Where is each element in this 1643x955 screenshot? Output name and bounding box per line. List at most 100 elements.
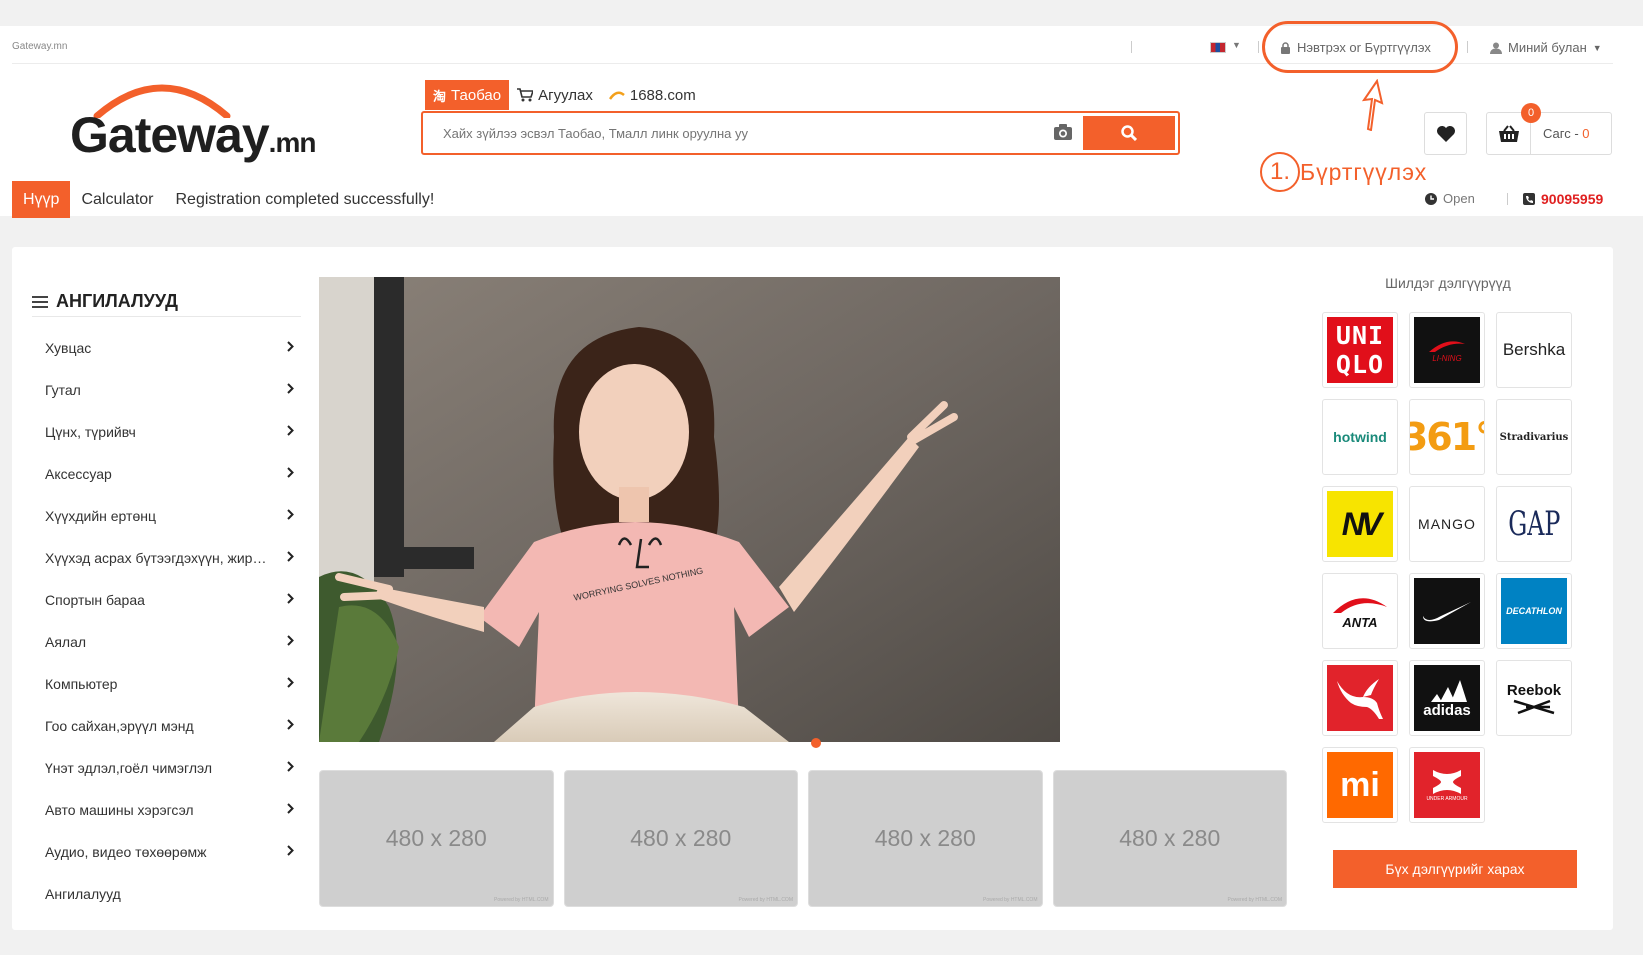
chevron-right-icon <box>287 845 294 856</box>
site-logo[interactable]: Gateway.mn <box>70 78 330 168</box>
category-item[interactable]: Гоо сайхан,эрүүл мэнд <box>32 705 301 747</box>
category-item[interactable]: Аялал <box>32 621 301 663</box>
stradivarius-logo: Stradivarius <box>1499 431 1569 443</box>
decathlon-logo: DECATHLON <box>1501 578 1567 644</box>
categories-header: АНГИЛАЛУУД <box>32 287 301 317</box>
category-label: Хүүхдийн ертөнц <box>45 508 156 524</box>
brand-anta[interactable]: ANTA <box>1322 573 1398 649</box>
nav-home[interactable]: Нүүр <box>12 181 71 218</box>
caret-down-icon[interactable]: ▼ <box>1232 40 1241 50</box>
category-item[interactable]: Хувцас <box>32 327 301 369</box>
category-item[interactable]: Хүүхэд асрах бүтээгдэхүүн, жирэмсэн <box>32 537 301 579</box>
brand-li-ning[interactable]: LI-NING <box>1409 312 1485 388</box>
chevron-right-icon <box>287 383 294 394</box>
tab-warehouse[interactable]: Агуулах <box>509 80 601 110</box>
brand-nike[interactable] <box>1409 573 1485 649</box>
slider-dot[interactable] <box>811 738 821 748</box>
category-label: Гоо сайхан,эрүүл мэнд <box>45 718 194 734</box>
brand-new-balance[interactable]: NV <box>1322 486 1398 562</box>
category-item[interactable]: Аудио, видео төхөөрөмж <box>32 831 301 873</box>
categories-title: АНГИЛАЛУУД <box>56 291 178 311</box>
my-corner-menu[interactable]: Миний булан ▼ <box>1490 40 1602 55</box>
view-all-stores-button[interactable]: Бүх дэлгүүрийг харах <box>1333 850 1577 888</box>
chevron-right-icon <box>287 341 294 352</box>
category-item[interactable]: Авто машины хэрэгсэл <box>32 789 301 831</box>
brand-decathlon[interactable]: DECATHLON <box>1496 573 1572 649</box>
search-button[interactable] <box>1083 116 1175 150</box>
category-item[interactable]: Аксессуар <box>32 453 301 495</box>
brand-mango[interactable]: MANGO <box>1409 486 1485 562</box>
phone-number[interactable]: 90095959 <box>1523 191 1603 207</box>
category-item[interactable]: Спортын бараа <box>32 579 301 621</box>
brand-under-armour[interactable]: UNDER ARMOUR <box>1409 747 1485 823</box>
under-armour-logo: UNDER ARMOUR <box>1414 752 1480 818</box>
category-item[interactable]: Үнэт эдлэл,гоёл чимэглэл <box>32 747 301 789</box>
clock-icon <box>1425 192 1437 205</box>
category-label: Цүнх, түрийвч <box>45 424 136 440</box>
cart-label: Сагс - 0 <box>1543 126 1590 141</box>
new-balance-logo: NV <box>1327 491 1393 557</box>
brand-uniqlo[interactable]: UNI QLO <box>1322 312 1398 388</box>
favorites-button[interactable] <box>1424 112 1467 155</box>
brand-bershka[interactable]: Bershka <box>1496 312 1572 388</box>
phone-label: 90095959 <box>1541 191 1604 207</box>
chevron-right-icon <box>287 635 294 646</box>
reebok-logo: Reebok <box>1507 682 1561 715</box>
mongolia-flag-icon[interactable] <box>1210 42 1226 53</box>
category-item[interactable]: Хүүхдийн ертөнц <box>32 495 301 537</box>
brand-xiaomi[interactable]: mi <box>1322 747 1398 823</box>
annotation-highlight-oval <box>1262 21 1458 73</box>
nav-calculator[interactable]: Calculator <box>70 181 164 218</box>
chevron-right-icon <box>287 803 294 814</box>
brand-adidas[interactable]: adidas <box>1409 660 1485 736</box>
cart-button[interactable]: 0 Сагс - 0 <box>1486 103 1612 155</box>
annotation-register: 1. Бүртгүүлэх <box>1260 152 1427 192</box>
category-label: Гутал <box>45 382 81 398</box>
brand-hotwind[interactable]: hotwind <box>1322 399 1398 475</box>
promo-placeholder[interactable]: 480 x 280 Powered by HTML.COM <box>563 770 798 907</box>
category-item[interactable]: Компьютер <box>32 663 301 705</box>
placeholder-credit: Powered by HTML.COM <box>494 897 549 903</box>
brand-361[interactable]: 361° <box>1409 399 1485 475</box>
nav-registration-message[interactable]: Registration completed successfully! <box>164 181 445 218</box>
promo-placeholder[interactable]: 480 x 280 Powered by HTML.COM <box>1052 770 1287 907</box>
site-name[interactable]: Gateway.mn <box>12 41 67 52</box>
annotation-arrow-icon <box>1361 79 1384 131</box>
tab-1688[interactable]: 1688.com <box>601 80 704 110</box>
promo-placeholder[interactable]: 480 x 280 Powered by HTML.COM <box>808 770 1043 907</box>
placeholder-credit: Powered by HTML.COM <box>738 897 793 903</box>
chevron-right-icon <box>287 467 294 478</box>
menu-icon <box>32 295 48 308</box>
divider <box>1507 193 1508 205</box>
basket-icon <box>1498 124 1519 142</box>
li-ning-logo: LI-NING <box>1414 317 1480 383</box>
placeholder-credit: Powered by HTML.COM <box>983 897 1038 903</box>
banner-image: WORRYING SOLVES NOTHING <box>319 277 1060 742</box>
category-list: Хувцас Гутал Цүнх, түрийвч Аксессуар Хүү… <box>32 327 301 915</box>
category-item[interactable]: Ангилалууд <box>32 873 301 915</box>
category-item[interactable]: Гутал <box>32 369 301 411</box>
category-item[interactable]: Цүнх, түрийвч <box>32 411 301 453</box>
logo-text: Gateway.mn <box>70 107 316 163</box>
xiaomi-logo: mi <box>1327 752 1393 818</box>
promo-placeholder[interactable]: 480 x 280 Powered by HTML.COM <box>319 770 554 907</box>
banner-slider[interactable]: WORRYING SOLVES NOTHING <box>319 277 1060 742</box>
brand-reebok[interactable]: Reebok <box>1496 660 1572 736</box>
placeholder-label: 480 x 280 <box>630 825 732 851</box>
camera-icon[interactable] <box>1053 123 1073 141</box>
search-input[interactable] <box>425 115 1050 151</box>
brand-puma[interactable] <box>1322 660 1398 736</box>
tab-label: Агуулах <box>538 86 593 104</box>
search-source-tabs: 淘 Таобао Агуулах 1688.com <box>425 80 704 110</box>
open-label: Open <box>1443 191 1475 206</box>
brand-gap[interactable]: GAP <box>1496 486 1572 562</box>
cart-icon <box>517 88 534 102</box>
brand-stradivarius[interactable]: Stradivarius <box>1496 399 1572 475</box>
placeholder-label: 480 x 280 <box>1119 825 1221 851</box>
puma-cat-icon <box>1337 679 1383 719</box>
gap-logo: GAP <box>1507 504 1561 544</box>
cart-icon-box: 0 <box>1487 103 1541 154</box>
placeholder-label: 480 x 280 <box>874 825 976 851</box>
tab-taobao[interactable]: 淘 Таобао <box>425 80 510 110</box>
uniqlo-logo: UNI QLO <box>1327 317 1393 383</box>
